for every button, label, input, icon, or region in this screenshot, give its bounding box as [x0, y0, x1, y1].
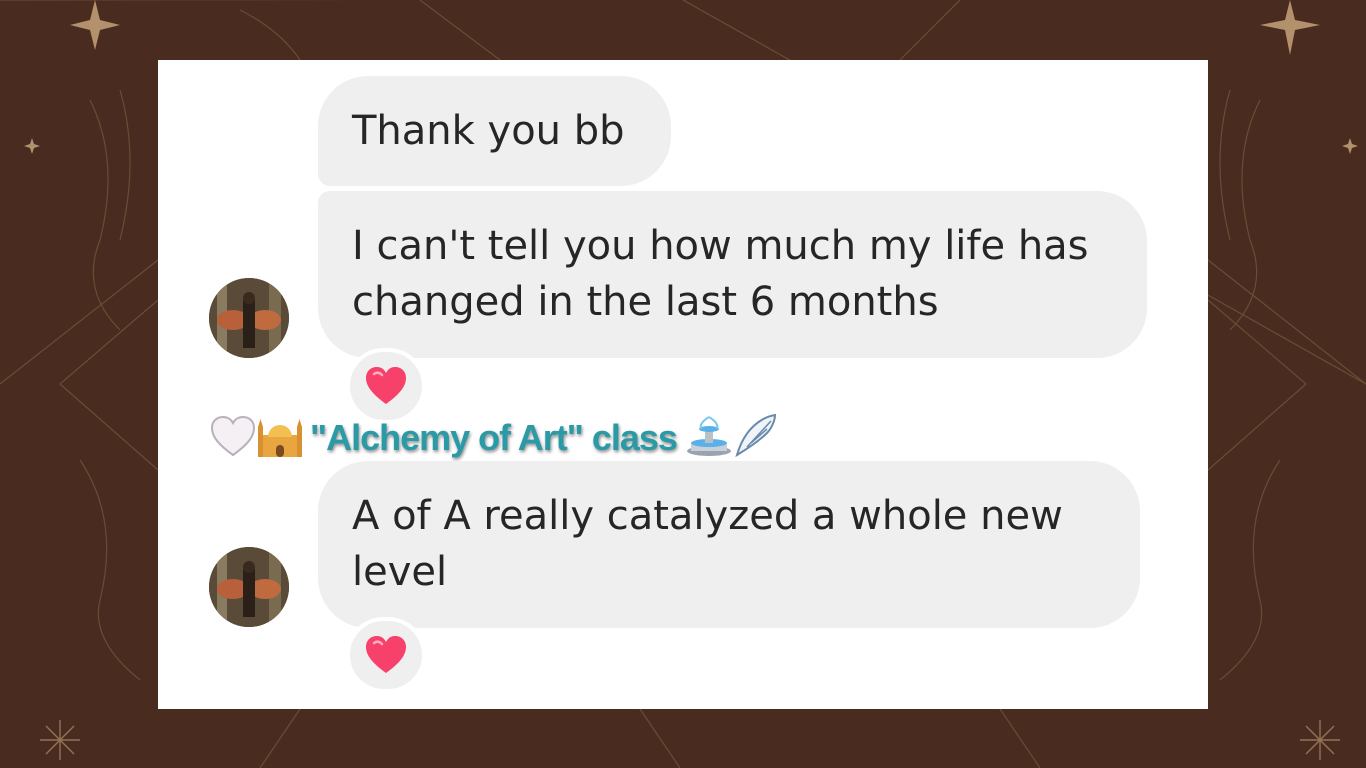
message-text: Thank you bb [352, 108, 625, 154]
white-heart-icon [210, 415, 256, 461]
caption-overlay: "Alchemy of Art" class [210, 412, 779, 464]
sparkle-icon [70, 0, 120, 50]
chat-screenshot-card: Thank you bb I can't tell you how much m… [158, 60, 1208, 709]
mosque-icon [256, 413, 304, 463]
message-bubble[interactable]: A of A really catalyzed a whole new leve… [318, 461, 1140, 628]
message-text: A of A really catalyzed a whole new leve… [352, 493, 1063, 595]
message-bubble[interactable]: I can't tell you how much my life has ch… [318, 191, 1147, 358]
wing-icon [733, 413, 779, 463]
avatar[interactable] [209, 278, 289, 358]
red-heart-icon [366, 367, 406, 404]
fountain-icon [685, 415, 733, 461]
message-bubble[interactable]: Thank you bb [318, 76, 671, 186]
red-heart-icon [366, 636, 406, 673]
avatar[interactable] [209, 547, 289, 627]
caption-text: "Alchemy of Art" class [310, 417, 678, 458]
heart-reaction[interactable] [346, 617, 426, 693]
message-text: I can't tell you how much my life has ch… [352, 223, 1089, 325]
sparkle-icon [1260, 0, 1320, 55]
